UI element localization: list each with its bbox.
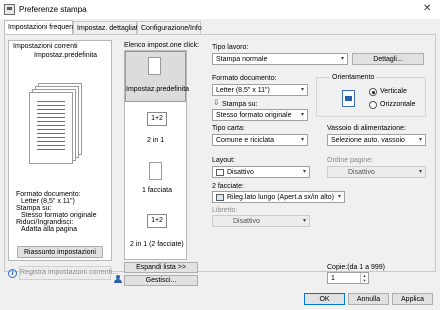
copies-input[interactable]: 1 ▲ ▼ — [327, 272, 369, 284]
layout-icon — [216, 169, 224, 176]
document-size-label: Formato documento: — [212, 75, 277, 82]
document-size-select[interactable]: Letter (8,5" x 11") ▾ — [212, 84, 308, 96]
booklet-select: Disattivo ▾ — [212, 215, 310, 227]
chevron-down-icon: ▾ — [302, 218, 306, 224]
user-icon — [114, 275, 122, 283]
layout-value: Disattivo — [227, 169, 254, 176]
orientation-group — [316, 77, 426, 117]
chevron-down-icon: ▾ — [337, 194, 341, 200]
paper-type-select[interactable]: Comune e riciclata ▾ — [212, 134, 308, 146]
page-icon — [148, 57, 161, 75]
print-on-label: Stampa su: — [222, 101, 258, 108]
chevron-down-icon: ▾ — [418, 169, 422, 175]
expand-list-button[interactable]: Espandi lista >> — [124, 262, 198, 273]
chevron-down-icon: ▾ — [418, 137, 422, 143]
duplex-select[interactable]: Rileg.lato lungo (Apert.a sx/in alto) ▾ — [212, 191, 345, 203]
portrait-page-icon — [342, 90, 355, 107]
cancel-button[interactable]: Annulla — [348, 293, 389, 305]
duplex-icon — [216, 194, 224, 201]
ok-button[interactable]: OK — [304, 293, 345, 305]
job-type-label: Tipo lavoro: — [212, 44, 249, 51]
reset-summary-button[interactable]: Riassunto impostazioni — [17, 246, 103, 258]
copies-spinner[interactable]: ▲ ▼ — [360, 273, 368, 283]
info-icon: i — [8, 269, 17, 278]
chevron-down-icon: ▾ — [302, 169, 306, 175]
duplex-value: Rileg.lato lungo (Apert.a sx/in alto) — [227, 194, 334, 201]
current-preset-name: Impostaz.predefinita — [34, 52, 98, 59]
booklet-label: Libretto: — [212, 207, 238, 214]
orientation-label: Orientamento — [330, 74, 377, 81]
landscape-label: Orizzontale — [380, 101, 416, 108]
oneclick-item-label[interactable]: 2 in 1 — [147, 137, 164, 144]
print-on-value: Stesso formato originale — [216, 112, 292, 119]
oneclick-item-label: Impostaz.predefinita — [126, 86, 190, 93]
summary-line: Formato documento: — [16, 191, 81, 198]
arrow-down-icon: ⇩ — [213, 98, 220, 107]
document-preview — [28, 83, 88, 167]
chevron-down-icon: ▾ — [300, 112, 304, 118]
page-order-label: Ordine pagine: — [327, 157, 373, 164]
paper-tray-value: Selezione auto. vassoio — [331, 137, 405, 144]
register-current-settings-button: Registra impostazioni correnti... — [19, 266, 118, 280]
job-type-select[interactable]: Stampa normale ▾ — [212, 53, 348, 65]
paper-tray-select[interactable]: Selezione auto. vassoio ▾ — [327, 134, 426, 146]
summary-line: Letter (8,5" x 11") — [21, 198, 75, 205]
layout-label: Layout: — [212, 157, 235, 164]
oneclick-item-label[interactable]: 1 facciata — [142, 187, 172, 194]
chevron-down-icon: ▾ — [300, 87, 304, 93]
oneclick-heading: Elenco impost.one click: — [124, 42, 200, 49]
summary-line: Stesso formato originale — [21, 212, 97, 219]
duplex-label: 2 facciate: — [212, 183, 244, 190]
layout-select[interactable]: Disattivo ▾ — [212, 166, 310, 178]
current-settings-heading: Impostazioni correnti — [13, 43, 78, 50]
details-button[interactable]: Dettagli... — [352, 53, 424, 65]
apply-button[interactable]: Applica — [392, 293, 433, 305]
landscape-radio[interactable] — [369, 101, 377, 109]
page-order-select: Disattivo ▾ — [327, 166, 426, 178]
print-on-select[interactable]: Stesso formato originale ▾ — [212, 109, 308, 121]
paper-type-label: Tipo carta: — [212, 125, 245, 132]
tab-configurazione-info[interactable]: Configurazione/Info — [137, 21, 202, 35]
document-size-value: Letter (8,5" x 11") — [216, 87, 270, 94]
chevron-down-icon: ▾ — [340, 56, 344, 62]
close-icon[interactable]: ✕ — [423, 3, 431, 14]
two-in-one-duplex-icon: 1+2 — [147, 214, 167, 228]
copies-value: 1 — [331, 275, 335, 282]
manage-button[interactable]: Gestisci... — [124, 275, 198, 286]
chevron-down-icon: ▾ — [300, 137, 304, 143]
job-type-value: Stampa normale — [216, 56, 268, 63]
summary-line: Adatta alla pagina — [21, 226, 78, 233]
window-title: Preferenze stampa — [19, 5, 87, 14]
paper-tray-label: Vassoio di alimentazione: — [327, 125, 406, 132]
page-order-value: Disattivo — [348, 169, 375, 176]
portrait-radio[interactable] — [369, 88, 377, 96]
booklet-value: Disattivo — [233, 218, 260, 225]
page-icon — [149, 162, 162, 180]
copies-label: Copie:(da 1 a 999) — [327, 264, 385, 271]
paper-type-value: Comune e riciclata — [216, 137, 274, 144]
summary-line: Stampa su: — [16, 205, 52, 212]
portrait-label: Verticale — [380, 88, 407, 95]
printer-app-icon — [4, 4, 15, 15]
tab-impostaz-dettagliate[interactable]: Impostaz. dettagliate — [73, 21, 142, 35]
oneclick-item-label[interactable]: 2 in 1 (2 facciate) — [130, 241, 184, 248]
two-in-one-icon: 1+2 — [147, 112, 167, 126]
summary-line: Riduci/Ingrandisci: — [16, 219, 74, 226]
